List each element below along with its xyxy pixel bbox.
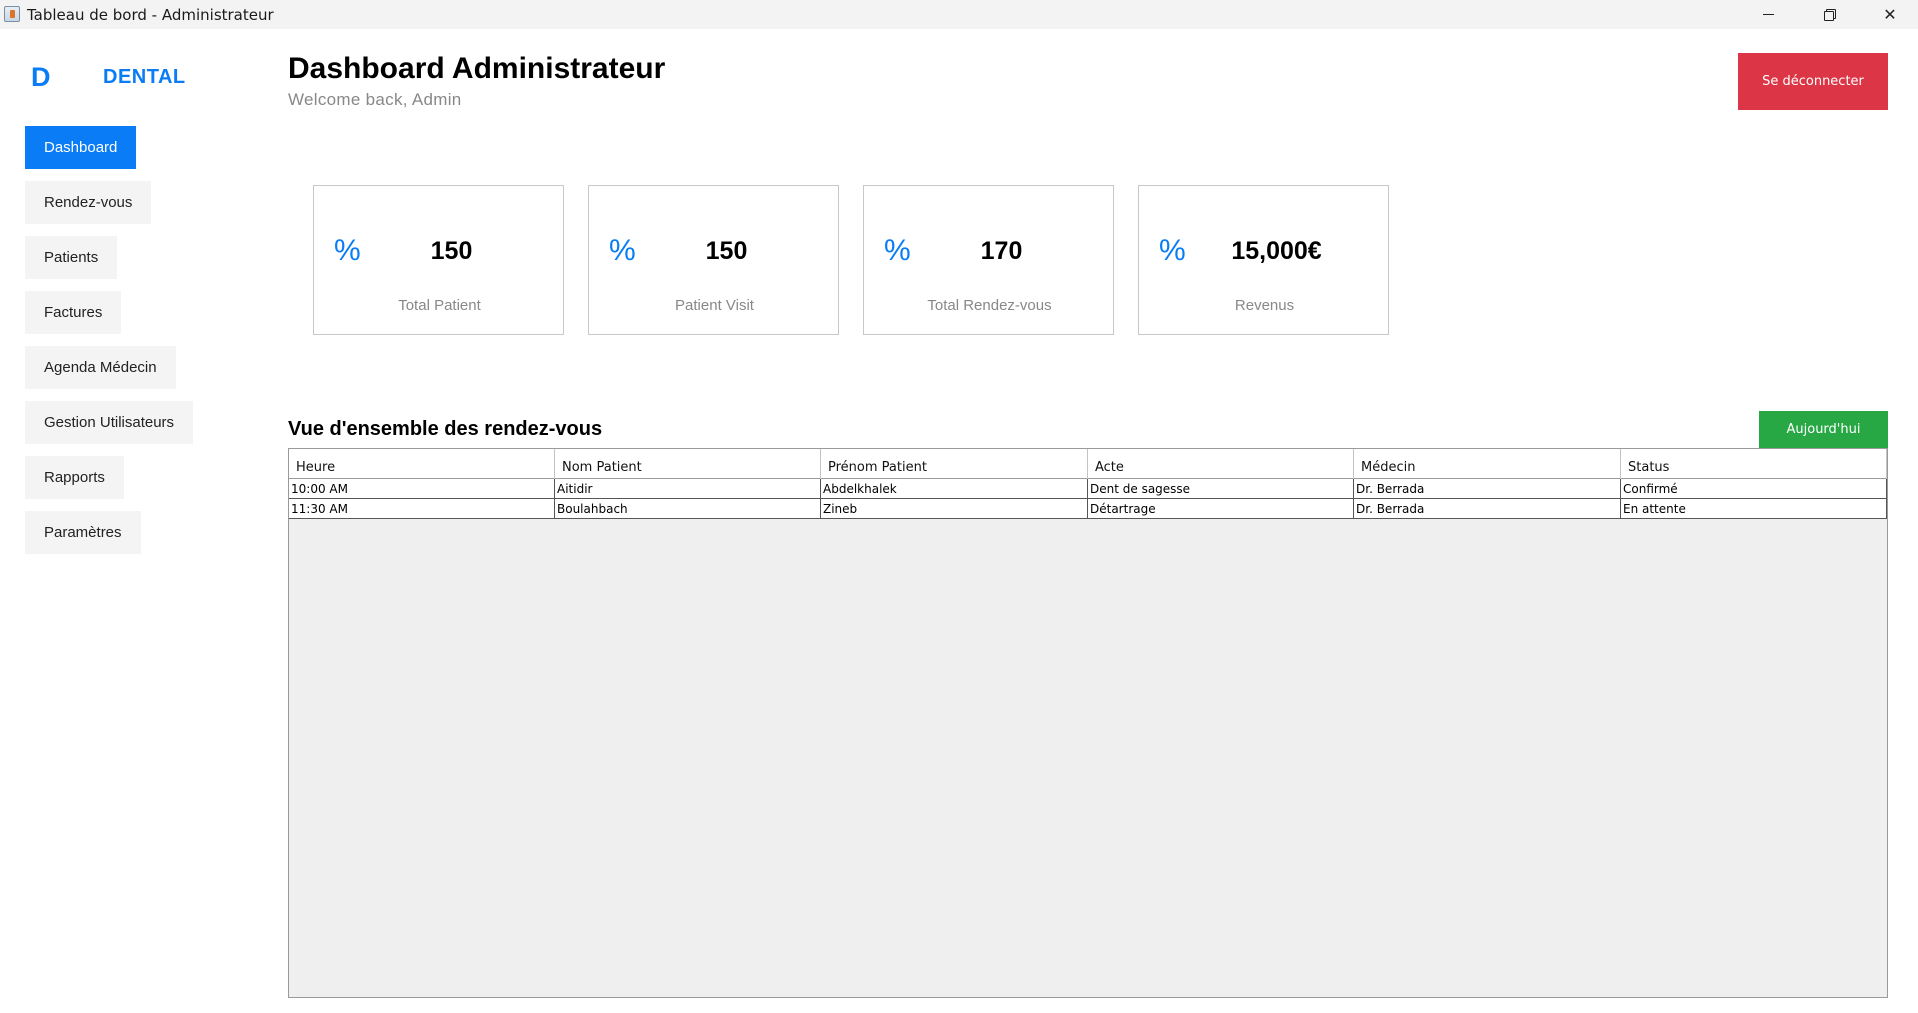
- window-titlebar: Tableau de bord - Administrateur ✕: [0, 0, 1918, 29]
- table-row[interactable]: 11:30 AM Boulahbach Zineb Détartrage Dr.…: [289, 499, 1887, 519]
- restore-icon: [1823, 9, 1836, 21]
- cell-nom-patient[interactable]: Aitidir: [555, 479, 821, 499]
- stat-label: Patient Visit: [675, 297, 754, 314]
- stat-value: 150: [430, 237, 473, 265]
- sidebar-item-parametres[interactable]: Paramètres: [25, 511, 141, 554]
- brand: D DENTAL: [31, 62, 186, 93]
- sidebar-item-gestion-utilisateurs[interactable]: Gestion Utilisateurs: [25, 401, 194, 444]
- today-filter-button[interactable]: Aujourd'hui: [1759, 411, 1888, 448]
- sidebar-item-agenda-medecin[interactable]: Agenda Médecin: [25, 346, 176, 389]
- stat-card-revenus: % 15,000€ Revenus: [1138, 185, 1389, 335]
- cell-status[interactable]: Confirmé: [1621, 479, 1887, 499]
- column-header-heure[interactable]: Heure: [289, 449, 555, 479]
- cell-status[interactable]: En attente: [1621, 499, 1887, 519]
- cell-acte[interactable]: Détartrage: [1088, 499, 1354, 519]
- minimize-button[interactable]: [1745, 0, 1791, 29]
- stat-label: Revenus: [1234, 297, 1295, 314]
- restore-button[interactable]: [1806, 0, 1852, 29]
- logout-button[interactable]: Se déconnecter: [1738, 53, 1888, 110]
- cell-prenom-patient[interactable]: Zineb: [821, 499, 1088, 519]
- sidebar-item-factures[interactable]: Factures: [25, 291, 122, 334]
- appointments-title: Vue d'ensemble des rendez-vous: [288, 418, 603, 440]
- page-subtitle: Welcome back, Admin: [288, 90, 462, 109]
- cell-prenom-patient[interactable]: Abdelkhalek: [821, 479, 1088, 499]
- stat-value: 170: [980, 237, 1023, 265]
- stat-value: 150: [705, 237, 748, 265]
- cell-heure[interactable]: 11:30 AM: [289, 499, 555, 519]
- stat-label: Total Rendez-vous: [927, 297, 1052, 314]
- appointments-table[interactable]: Heure Nom Patient Prénom Patient Acte Mé…: [288, 448, 1888, 998]
- column-header-prenom-patient[interactable]: Prénom Patient: [821, 449, 1088, 479]
- page-title: Dashboard Administrateur: [288, 52, 666, 85]
- window-title: Tableau de bord - Administrateur: [27, 6, 274, 24]
- cell-medecin[interactable]: Dr. Berrada: [1354, 499, 1621, 519]
- sidebar-item-rendez-vous[interactable]: Rendez-vous: [25, 181, 152, 224]
- cell-acte[interactable]: Dent de sagesse: [1088, 479, 1354, 499]
- close-button[interactable]: ✕: [1867, 0, 1913, 29]
- column-header-medecin[interactable]: Médecin: [1354, 449, 1621, 479]
- stat-card-patient-visit: % 150 Patient Visit: [588, 185, 839, 335]
- table-row[interactable]: 10:00 AM Aitidir Abdelkhalek Dent de sag…: [289, 479, 1887, 499]
- brand-name: DENTAL: [103, 66, 186, 88]
- cell-medecin[interactable]: Dr. Berrada: [1354, 479, 1621, 499]
- stat-card-total-patient: % 150 Total Patient: [313, 185, 564, 335]
- column-header-nom-patient[interactable]: Nom Patient: [555, 449, 821, 479]
- cell-heure[interactable]: 10:00 AM: [289, 479, 555, 499]
- java-app-icon: [4, 6, 20, 22]
- sidebar-item-rapports[interactable]: Rapports: [25, 456, 124, 499]
- close-icon: ✕: [1883, 5, 1897, 24]
- stat-label: Total Patient: [398, 297, 481, 314]
- table-header: Heure Nom Patient Prénom Patient Acte Mé…: [289, 449, 1887, 479]
- table-body: 10:00 AM Aitidir Abdelkhalek Dent de sag…: [289, 479, 1887, 519]
- sidebar-item-patients[interactable]: Patients: [25, 236, 118, 279]
- stat-value: 15,000€: [1231, 237, 1322, 265]
- column-header-status[interactable]: Status: [1621, 449, 1887, 479]
- cell-nom-patient[interactable]: Boulahbach: [555, 499, 821, 519]
- sidebar-item-dashboard[interactable]: Dashboard: [25, 126, 137, 169]
- brand-logo: D: [31, 62, 51, 92]
- column-header-acte[interactable]: Acte: [1088, 449, 1354, 479]
- minimize-icon: [1762, 14, 1774, 15]
- stat-card-total-rendez-vous: % 170 Total Rendez-vous: [863, 185, 1114, 335]
